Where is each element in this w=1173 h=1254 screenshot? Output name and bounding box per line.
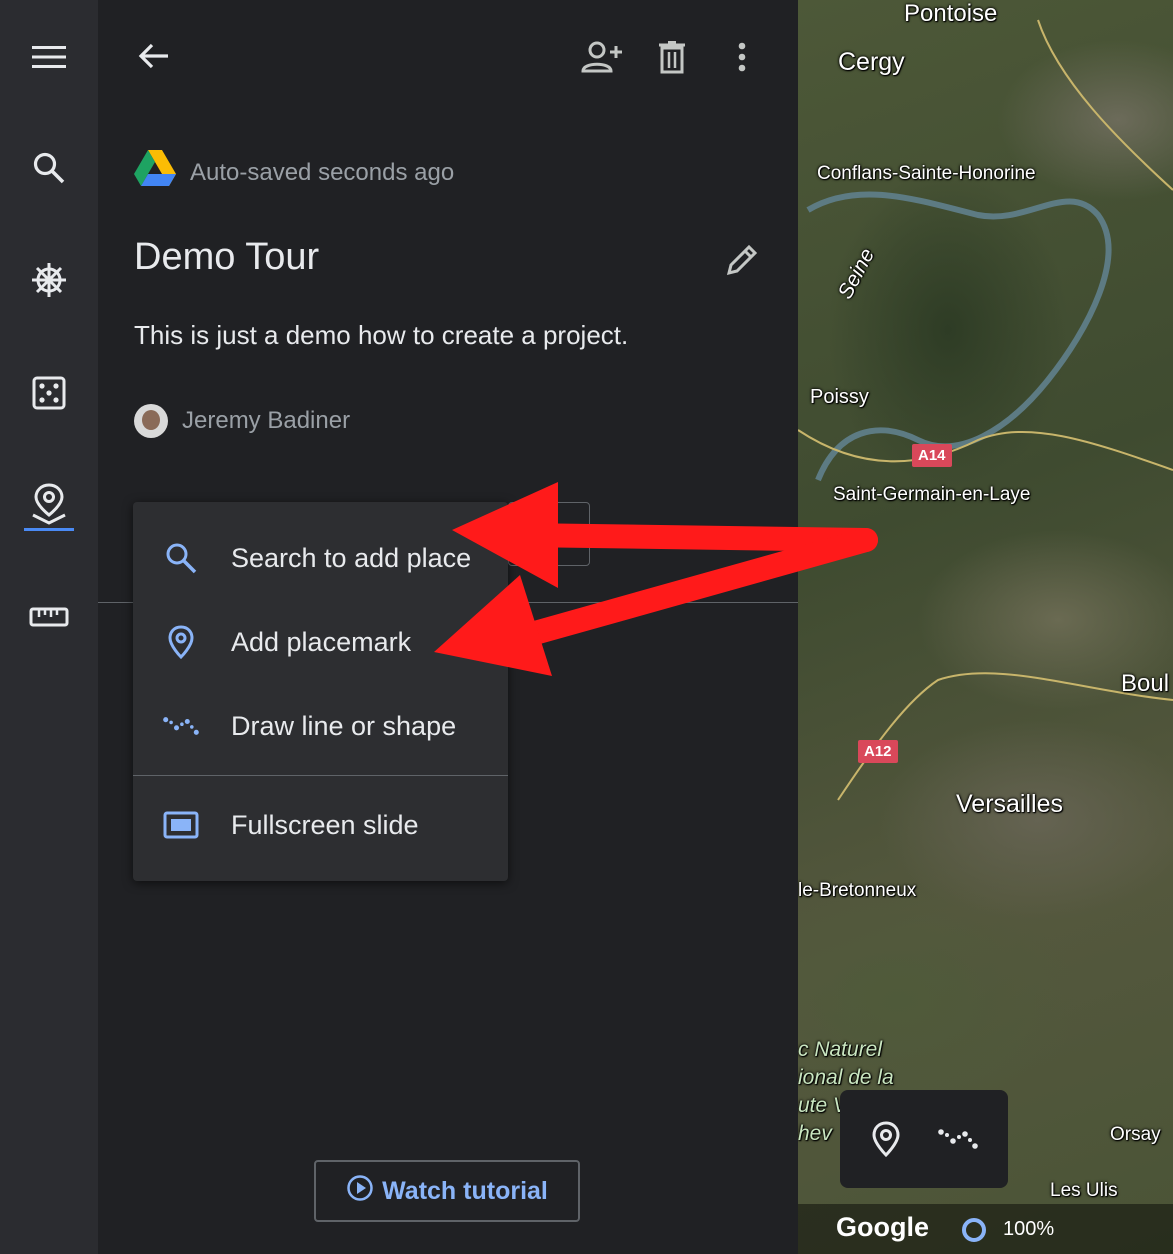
more-options-icon[interactable]	[718, 33, 766, 81]
map-drawing-tools	[840, 1090, 1008, 1188]
map-label-saint-germain: Saint-Germain-en-Laye	[833, 484, 1031, 505]
road-badge-a14: A14	[912, 444, 952, 467]
slide-icon	[163, 807, 199, 843]
autosave-status: Auto-saved seconds ago	[134, 150, 454, 195]
new-feature-button-behind-menu[interactable]	[508, 502, 590, 566]
map-add-placemark-button[interactable]	[862, 1115, 910, 1163]
menu-item-label: Add placemark	[231, 626, 412, 657]
map-label-parc-line1: c Naturel	[798, 1038, 883, 1061]
measure-ruler-icon[interactable]	[24, 592, 74, 642]
search-icon	[163, 540, 199, 576]
project-panel: Auto-saved seconds ago Demo Tour This is…	[98, 0, 798, 1254]
add-content-menu: Search to add place Add placemark Draw l…	[133, 502, 508, 881]
menu-item-fullscreen-slide[interactable]: Fullscreen slide	[133, 783, 508, 867]
map-label-cergy: Cergy	[838, 48, 905, 76]
zoom-level: 100%	[1003, 1218, 1055, 1240]
share-add-person-icon[interactable]	[578, 33, 626, 81]
menu-item-draw-line-or-shape[interactable]: Draw line or shape	[133, 684, 508, 768]
menu-icon[interactable]	[24, 32, 74, 82]
menu-item-search-to-add-place[interactable]: Search to add place	[133, 516, 508, 600]
map-label-poissy: Poissy	[810, 386, 869, 408]
loading-ring-icon	[961, 1217, 987, 1248]
navigation-rail	[0, 0, 98, 1254]
map-label-parc-line2: ional de la	[798, 1066, 894, 1089]
active-tab-indicator	[24, 528, 74, 531]
map-label-conflans: Conflans-Sainte-Honorine	[817, 163, 1036, 184]
menu-item-add-placemark[interactable]: Add placemark	[133, 600, 508, 684]
autosave-text: Auto-saved seconds ago	[190, 158, 455, 186]
menu-divider	[133, 775, 508, 776]
map-draw-line-button[interactable]	[934, 1115, 982, 1163]
menu-item-label: Draw line or shape	[231, 710, 457, 741]
watch-tutorial-label: Watch tutorial	[382, 1176, 548, 1205]
project-title: Demo Tour	[134, 236, 320, 278]
menu-item-label: Search to add place	[231, 542, 472, 573]
watch-tutorial-button[interactable]: Watch tutorial	[314, 1160, 580, 1222]
back-arrow-icon[interactable]	[130, 32, 178, 80]
road-badge-a12: A12	[858, 740, 898, 763]
edit-pencil-icon[interactable]	[718, 236, 766, 284]
map-label-versailles: Versailles	[956, 790, 1063, 818]
map-label-les-ulis: Les Ulis	[1050, 1180, 1118, 1201]
google-attribution: Google	[836, 1212, 929, 1242]
projects-icon[interactable]	[24, 478, 74, 528]
author-name: Jeremy Badiner	[182, 407, 351, 434]
map-label-bretonneux: le-Bretonneux	[798, 880, 917, 901]
search-icon[interactable]	[24, 143, 74, 193]
menu-item-label: Fullscreen slide	[231, 809, 419, 840]
map-label-orsay: Orsay	[1110, 1124, 1161, 1145]
feeling-lucky-dice-icon[interactable]	[24, 368, 74, 418]
map-label-boul: Boul	[1121, 670, 1170, 697]
project-description: This is just a demo how to create a proj…	[134, 320, 629, 350]
project-author: Jeremy Badiner	[134, 404, 350, 438]
map-label-parc-line4: hev	[798, 1122, 832, 1145]
play-circle-icon	[346, 1174, 374, 1209]
satellite-map[interactable]: Pontoise Cergy Conflans-Sainte-Honorine …	[798, 0, 1173, 1254]
polyline-icon	[163, 708, 199, 744]
placemark-icon	[163, 624, 199, 660]
map-label-pontoise: Pontoise	[904, 0, 998, 27]
google-drive-icon	[134, 150, 176, 195]
delete-trash-icon[interactable]	[648, 33, 696, 81]
map-footer: Google 100%	[798, 1204, 1173, 1254]
avatar	[134, 404, 168, 438]
voyager-icon[interactable]	[24, 255, 74, 305]
